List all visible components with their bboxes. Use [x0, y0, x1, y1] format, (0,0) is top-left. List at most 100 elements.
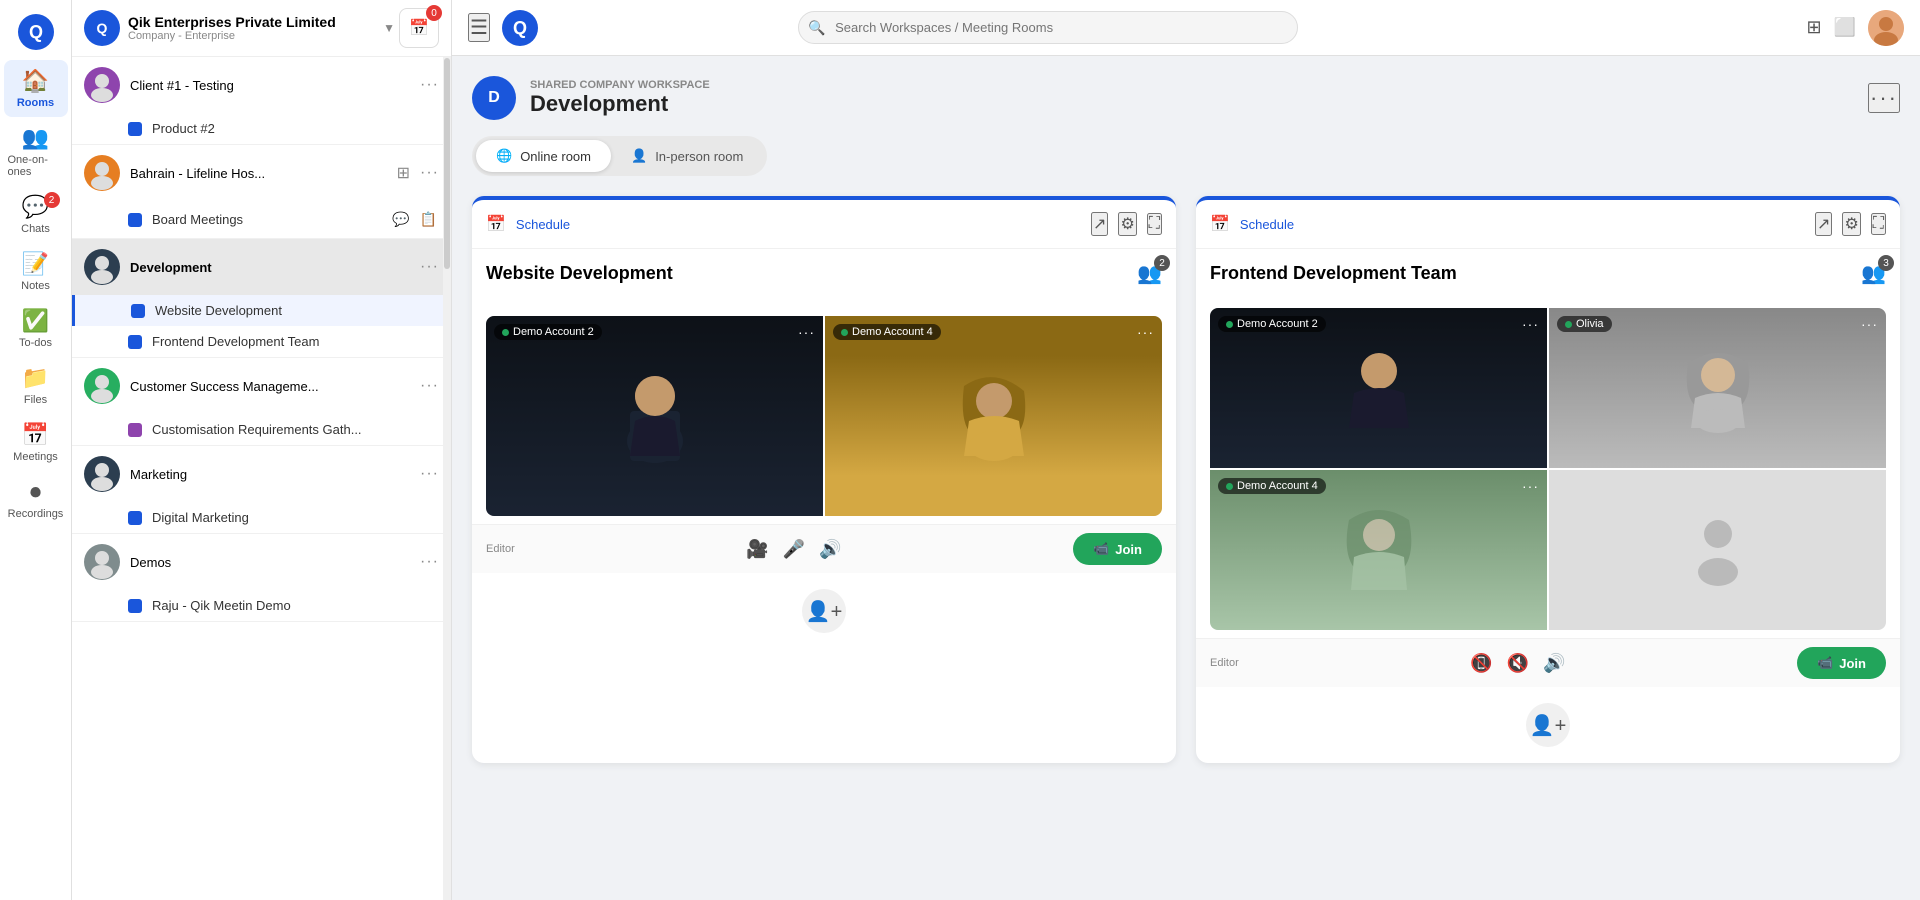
expand-icon-website[interactable]: ⛶: [1147, 213, 1162, 235]
subitem-website-dev[interactable]: Website Development: [72, 295, 451, 326]
video-cell-demo-account4-1: Demo Account 4 ···: [825, 316, 1162, 516]
top-logo: Q: [502, 10, 538, 46]
schedule-label-frontend: Schedule: [1240, 217, 1805, 232]
mic-ctrl-frontend[interactable]: 🔇: [1507, 653, 1529, 674]
video-menu-demo4-front[interactable]: ···: [1522, 478, 1539, 494]
subitem-board-meetings[interactable]: Board Meetings 💬 📋: [72, 201, 451, 238]
tab-in-person-room[interactable]: 👤 In-person room: [611, 140, 763, 172]
video-name-demo2-1: Demo Account 2: [513, 326, 594, 338]
room-name-row-website: Website Development 👥 2: [486, 261, 1162, 286]
hamburger-button[interactable]: ☰: [468, 13, 490, 42]
video-cell-demo2-front: Demo Account 2 ···: [1210, 308, 1547, 468]
nav-files[interactable]: 📁 Files: [4, 357, 68, 414]
group-menu-client1[interactable]: ···: [420, 76, 439, 94]
join-button-frontend[interactable]: 📹 Join: [1797, 647, 1886, 679]
room-card-body-website: Website Development 👥 2: [472, 249, 1176, 308]
speaker-ctrl-frontend[interactable]: 🔊: [1543, 653, 1565, 674]
group-menu-bahrain[interactable]: ···: [420, 164, 439, 182]
sidebar-list: Client #1 - Testing ··· Product #2 Bahra…: [72, 57, 451, 900]
search-input[interactable]: [798, 11, 1298, 44]
add-btn-bahrain[interactable]: ⊞: [395, 161, 412, 185]
online-dot-demo2-front: [1226, 321, 1233, 328]
video-name-demo4-1: Demo Account 4: [852, 326, 933, 338]
speaker-ctrl-website[interactable]: 🔊: [819, 539, 841, 560]
subitem-product2[interactable]: Product #2: [72, 113, 451, 144]
chat-icon-board[interactable]: 💬: [390, 209, 411, 230]
sidebar-group-header-demos[interactable]: Demos ···: [72, 534, 451, 590]
subitem-color-frontend: [128, 335, 142, 349]
online-dot-demo2-1: [502, 329, 509, 336]
user-avatar[interactable]: [1868, 10, 1904, 46]
add-participant-btn-website[interactable]: 👤+: [802, 589, 846, 633]
sidebar-company-avatar: Q: [84, 10, 120, 46]
join-button-website[interactable]: 📹 Join: [1073, 533, 1162, 565]
svg-text:Q: Q: [513, 18, 527, 38]
copy-icon-board[interactable]: 📋: [418, 209, 439, 230]
add-participant-btn-frontend[interactable]: 👤+: [1526, 703, 1570, 747]
settings-icon-website[interactable]: ⚙: [1118, 212, 1136, 236]
nav-meetings-label: Meetings: [13, 451, 58, 463]
nav-rooms-label: Rooms: [17, 97, 54, 109]
sidebar-header: Q Qik Enterprises Private Limited Compan…: [72, 0, 451, 57]
subitem-customisation[interactable]: Customisation Requirements Gath...: [72, 414, 451, 445]
group-menu-marketing[interactable]: ···: [420, 465, 439, 483]
editor-label-website: Editor: [486, 543, 515, 555]
calendar-button[interactable]: 📅 0: [399, 8, 439, 48]
workspace-more-button[interactable]: ···: [1868, 83, 1900, 113]
sidebar-group-bahrain: Bahrain - Lifeline Hos... ⊞ ··· Board Me…: [72, 145, 451, 239]
nav-notes[interactable]: 📝 Notes: [4, 243, 68, 300]
workspace-avatar: D: [472, 76, 516, 120]
nav-recordings[interactable]: ⏺ Recordings: [4, 471, 68, 528]
nav-todos-label: To-dos: [19, 337, 52, 349]
subitem-color-custom: [128, 423, 142, 437]
video-menu-demo2-1[interactable]: ···: [798, 324, 815, 340]
nav-recordings-label: Recordings: [8, 508, 64, 520]
company-logo[interactable]: Q: [12, 8, 60, 56]
group-menu-demos[interactable]: ···: [420, 553, 439, 571]
split-view-button[interactable]: ⬜: [1834, 17, 1856, 38]
subitem-frontend-dev[interactable]: Frontend Development Team: [72, 326, 451, 357]
grid-view-button[interactable]: ⊞: [1806, 17, 1821, 38]
room-controls-left-website: 🎥 🎤 🔊: [746, 539, 841, 560]
tab-online-room[interactable]: 🌐 Online room: [476, 140, 611, 172]
group-menu-cs[interactable]: ···: [420, 377, 439, 395]
todos-icon: ✅: [22, 308, 49, 334]
rooms-icon: 🏠: [22, 68, 49, 94]
nav-meetings[interactable]: 📅 Meetings: [4, 414, 68, 471]
room-controls-website: Editor 🎥 🎤 🔊 📹 Join: [472, 524, 1176, 573]
video-name-olivia: Olivia: [1576, 318, 1604, 330]
video-ctrl-frontend[interactable]: 📵: [1470, 653, 1492, 674]
share-icon-website[interactable]: ↗: [1091, 212, 1108, 236]
group-menu-development[interactable]: ···: [420, 258, 439, 276]
sidebar-scrollbar[interactable]: [443, 57, 451, 900]
group-avatar-bahrain: [84, 155, 120, 191]
video-menu-demo2-front[interactable]: ···: [1522, 316, 1539, 332]
settings-icon-frontend[interactable]: ⚙: [1842, 212, 1860, 236]
video-ctrl-website[interactable]: 🎥: [746, 539, 768, 560]
sidebar-group-header-marketing[interactable]: Marketing ···: [72, 446, 451, 502]
join-video-icon-frontend: 📹: [1817, 655, 1833, 671]
nav-chats[interactable]: 2 💬 Chats: [4, 186, 68, 243]
tab-inperson-label: In-person room: [655, 149, 743, 164]
nav-todos[interactable]: ✅ To-dos: [4, 300, 68, 357]
nav-one-on-ones[interactable]: 👥 One-on-ones: [4, 117, 68, 186]
mic-ctrl-website[interactable]: 🎤: [783, 539, 805, 560]
share-icon-frontend[interactable]: ↗: [1815, 212, 1832, 236]
subitem-label-website: Website Development: [155, 303, 439, 318]
video-menu-olivia[interactable]: ···: [1861, 316, 1878, 332]
expand-icon-frontend[interactable]: ⛶: [1871, 213, 1886, 235]
sidebar-group-header-cs[interactable]: Customer Success Manageme... ···: [72, 358, 451, 414]
sidebar-group-header-client1[interactable]: Client #1 - Testing ···: [72, 57, 451, 113]
nav-rooms[interactable]: 🏠 Rooms: [4, 60, 68, 117]
subitem-raju[interactable]: Raju - Qik Meetin Demo: [72, 590, 451, 621]
subitem-digital-marketing[interactable]: Digital Marketing: [72, 502, 451, 533]
sidebar-group-header-development[interactable]: Development ···: [72, 239, 451, 295]
sidebar-group-header-bahrain[interactable]: Bahrain - Lifeline Hos... ⊞ ···: [72, 145, 451, 201]
video-name-demo2-front: Demo Account 2: [1237, 318, 1318, 330]
participants-count-frontend: 3: [1878, 255, 1894, 271]
subitem-color-product2: [128, 122, 142, 136]
video-menu-demo4-1[interactable]: ···: [1137, 324, 1154, 340]
video-grid-website: Demo Account 2 ···: [486, 316, 1162, 516]
main-content: ☰ Q 🔍 ⊞ ⬜ D Shared Company Workspace Dev…: [452, 0, 1920, 900]
sidebar-group-customer-success: Customer Success Manageme... ··· Customi…: [72, 358, 451, 446]
